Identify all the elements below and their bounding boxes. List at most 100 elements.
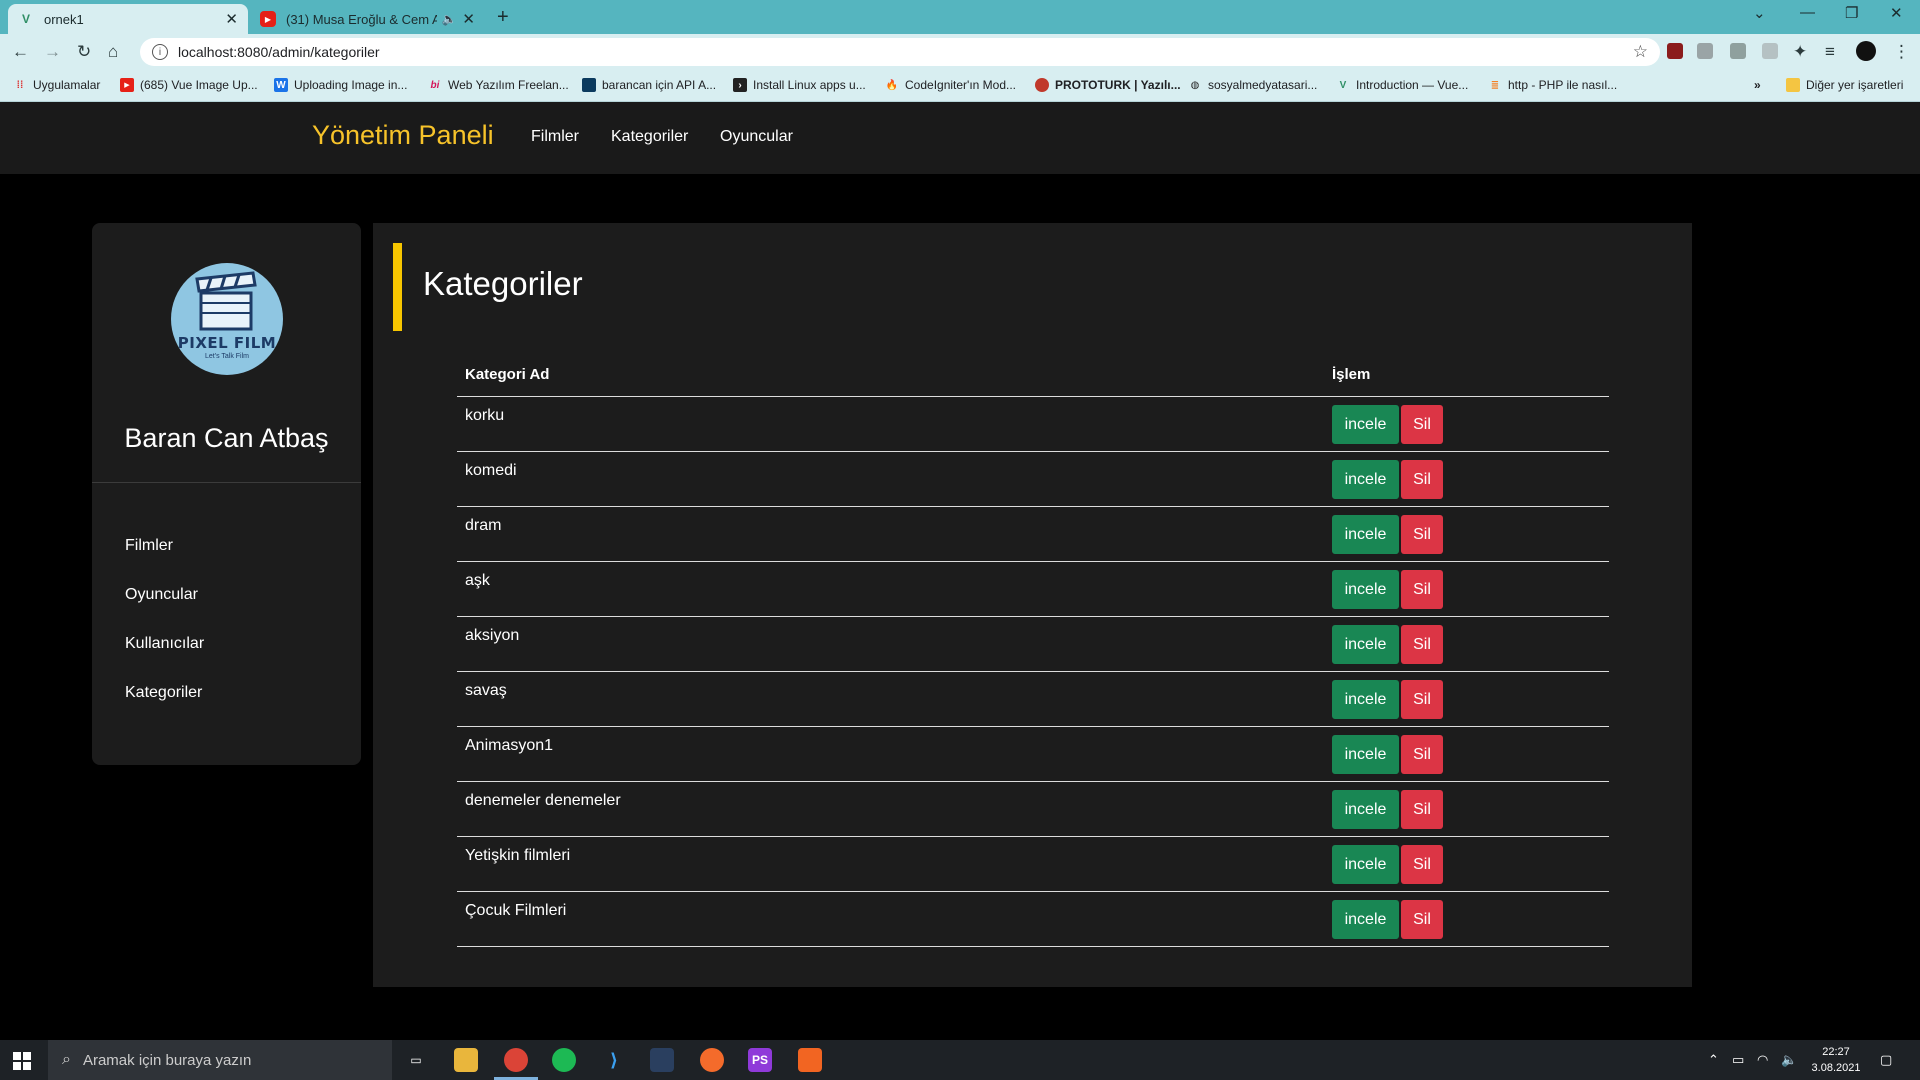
bookmark-item[interactable]: bi Web Yazılım Freelan... [428, 78, 569, 92]
new-tab-icon[interactable]: + [497, 6, 509, 29]
postman-icon[interactable] [700, 1048, 724, 1072]
inspect-button[interactable]: incele [1332, 514, 1399, 554]
category-name: korku [457, 396, 1324, 452]
inspect-button[interactable]: incele [1332, 789, 1399, 829]
inspect-button[interactable]: incele [1332, 569, 1399, 609]
table-header-row: Kategori Ad İşlem [457, 353, 1609, 397]
inspect-button[interactable]: incele [1332, 844, 1399, 884]
delete-button[interactable]: Sil [1401, 404, 1443, 444]
vue-icon: V [1339, 79, 1347, 91]
nav-link-kategoriler[interactable]: Kategoriler [611, 128, 688, 146]
extensions-puzzle-icon[interactable]: ✦ [1793, 42, 1807, 62]
delete-button[interactable]: Sil [1401, 624, 1443, 664]
browser-tab-ornek1[interactable]: V ornek1 ✕ [8, 4, 248, 34]
actions-cell: incele Sil [1324, 781, 1609, 837]
bookmark-item[interactable]: 🔥 CodeIgniter'ın Mod... [885, 78, 1016, 92]
bookmark-item[interactable]: ◍ sosyalmedyatasari... [1188, 78, 1318, 92]
table-body: korku incele Sil komedi incele Sil dram incele S… [457, 396, 1609, 947]
nav-link-oyuncular[interactable]: Oyuncular [720, 128, 793, 146]
delete-button[interactable]: Sil [1401, 789, 1443, 829]
back-icon[interactable]: ← [12, 42, 29, 62]
bookmark-star-icon[interactable]: ☆ [1633, 42, 1648, 62]
site-info-icon[interactable]: i [152, 44, 168, 60]
delete-button[interactable]: Sil [1401, 899, 1443, 939]
address-bar[interactable]: i localhost:8080/admin/kategoriler ☆ [140, 38, 1660, 66]
bookmark-item[interactable]: ≣ http - PHP ile nasıl... [1488, 78, 1617, 92]
reading-list-icon[interactable]: ≡ [1825, 42, 1835, 62]
windows-start-icon[interactable] [13, 1052, 31, 1070]
terminal-icon: › [733, 78, 747, 92]
volume-icon[interactable]: 🔈 [1781, 1052, 1797, 1068]
minimize-icon[interactable]: — [1800, 4, 1815, 21]
inspect-button[interactable]: incele [1332, 734, 1399, 774]
browser-menu-icon[interactable]: ⋮ [1893, 42, 1910, 62]
privacy-extension-icon[interactable] [1762, 43, 1778, 59]
shield-extension-icon[interactable] [1697, 43, 1713, 59]
page-title: Kategoriler [423, 265, 583, 302]
close-tab-icon[interactable]: ✕ [225, 10, 238, 28]
xampp-icon[interactable] [798, 1048, 822, 1072]
bookmark-item[interactable]: › Install Linux apps u... [733, 78, 866, 92]
delete-button[interactable]: Sil [1401, 734, 1443, 774]
nav-link-filmler[interactable]: Filmler [531, 128, 579, 146]
inspect-button[interactable]: incele [1332, 459, 1399, 499]
file-explorer-icon[interactable] [454, 1048, 478, 1072]
taskbar-search-box[interactable]: ⌕ Aramak için buraya yazın [48, 1040, 392, 1080]
delete-button[interactable]: Sil [1401, 844, 1443, 884]
restore-icon[interactable]: ❐ [1845, 4, 1858, 22]
profile-avatar[interactable] [1856, 41, 1876, 61]
close-tab-icon[interactable]: ✕ [462, 10, 475, 28]
bookmark-item[interactable]: W Uploading Image in... [274, 78, 407, 92]
forward-icon[interactable]: → [44, 42, 61, 62]
delete-button[interactable]: Sil [1401, 569, 1443, 609]
phpstorm-icon[interactable]: PS [748, 1048, 772, 1072]
vue-devtools-extension-icon[interactable] [1730, 43, 1746, 59]
taskbar-clock[interactable]: 22:27 3.08.2021 [1810, 1044, 1862, 1076]
more-bookmarks-icon[interactable]: » [1754, 78, 1761, 92]
notifications-icon[interactable]: ▢ [1880, 1052, 1892, 1068]
sidebar-item-kullanicilar[interactable]: Kullanıcılar [125, 635, 204, 653]
chrome-icon[interactable] [504, 1048, 528, 1072]
category-name: Çocuk Filmleri [457, 891, 1324, 947]
inspect-button[interactable]: incele [1332, 679, 1399, 719]
audio-playing-icon[interactable]: 🔈 [441, 12, 456, 26]
user-name: Baran Can Atbaş [124, 423, 329, 453]
reload-icon[interactable]: ↻ [77, 42, 91, 62]
column-header-name: Kategori Ad [457, 353, 1324, 397]
spotify-icon[interactable] [552, 1048, 576, 1072]
task-view-icon[interactable]: ▭ [404, 1048, 428, 1072]
actions-cell: incele Sil [1324, 671, 1609, 727]
bookmark-item[interactable]: V Introduction — Vue... [1336, 78, 1469, 92]
categories-table: Kategori Ad İşlem korku incele Sil komedi in… [457, 353, 1609, 947]
tab-search-icon[interactable]: ⌄ [1753, 4, 1766, 22]
close-window-icon[interactable]: ✕ [1890, 4, 1903, 22]
ssms-icon[interactable] [650, 1048, 674, 1072]
clock-time: 22:27 [1822, 1046, 1850, 1058]
delete-button[interactable]: Sil [1401, 514, 1443, 554]
vscode-icon[interactable]: ⟩ [602, 1048, 626, 1072]
delete-button[interactable]: Sil [1401, 679, 1443, 719]
delete-button[interactable]: Sil [1401, 459, 1443, 499]
browser-tab-youtube[interactable]: ▶ (31) Musa Eroğlu & Cem Adı 🔈 ✕ [250, 4, 485, 34]
home-icon[interactable]: ⌂ [108, 42, 118, 62]
ublock-extension-icon[interactable] [1667, 43, 1683, 59]
tray-chevron-icon[interactable]: ⌃ [1708, 1052, 1719, 1068]
inspect-button[interactable]: incele [1332, 624, 1399, 664]
inspect-button[interactable]: incele [1332, 404, 1399, 444]
column-header-actions: İşlem [1324, 353, 1609, 397]
table-row: korku incele Sil [457, 396, 1609, 452]
inspect-button[interactable]: incele [1332, 899, 1399, 939]
network-icon[interactable]: ◠ [1757, 1052, 1768, 1068]
bookmark-item[interactable]: ▶ (685) Vue Image Up... [120, 78, 258, 92]
category-name: Yetişkin filmleri [457, 836, 1324, 892]
other-bookmarks-folder[interactable]: Diğer yer işaretleri [1786, 78, 1903, 92]
sidebar-item-filmler[interactable]: Filmler [125, 537, 173, 555]
bookmark-item[interactable]: PROTOTURK | Yazılı... [1035, 78, 1181, 92]
sidebar-item-kategoriler[interactable]: Kategoriler [125, 684, 202, 702]
w-logo-icon: W [274, 78, 288, 92]
bookmark-apps[interactable]: ⁞⁞ Uygulamalar [13, 78, 101, 92]
brand-title[interactable]: Yönetim Paneli [312, 120, 494, 151]
sidebar-item-oyuncular[interactable]: Oyuncular [125, 586, 198, 604]
bookmark-item[interactable]: barancan için API A... [582, 78, 716, 92]
battery-icon[interactable]: ▭ [1732, 1052, 1744, 1068]
